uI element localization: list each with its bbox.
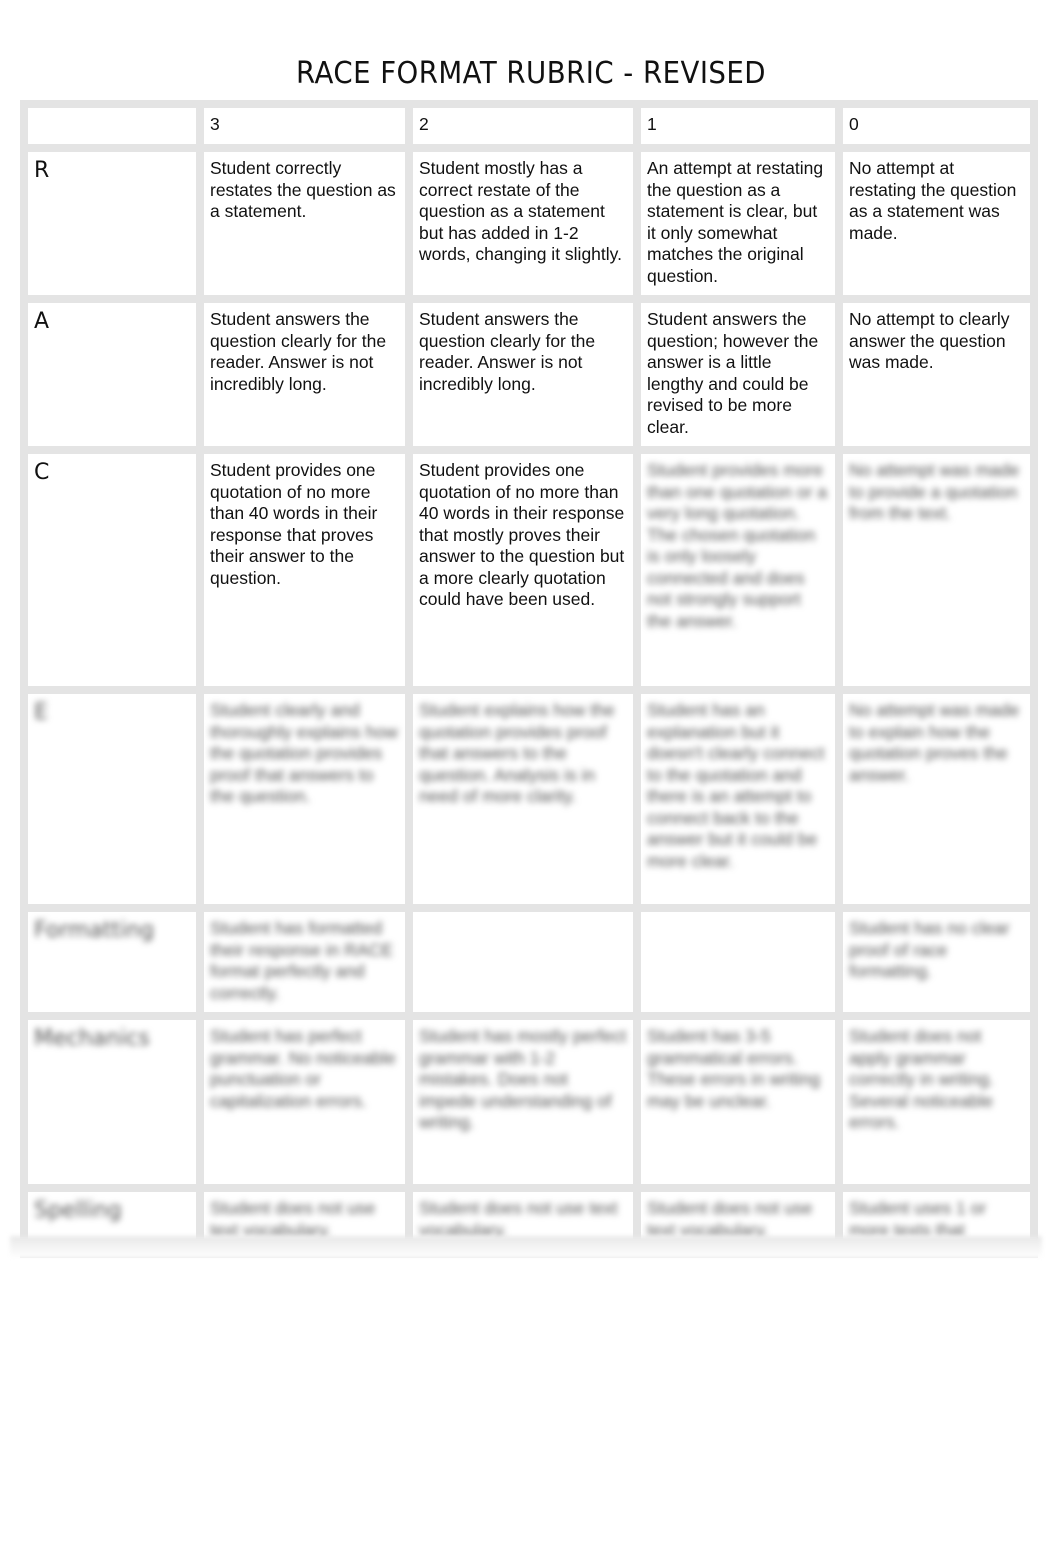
rubric-cell: Student has mostly perfect grammar with … <box>405 1012 641 1192</box>
rubric-cell: Student provides one quotation of no mor… <box>196 446 413 694</box>
header-cell-empty <box>20 100 204 152</box>
row-label: E <box>20 686 204 912</box>
page-title: RACE FORMAT RUBRIC - REVISED <box>295 56 767 91</box>
row-label: Mechanics <box>20 1012 204 1192</box>
rubric-cell: No attempt to clearly answer the questio… <box>835 295 1038 454</box>
row-label: Formatting <box>20 904 204 1020</box>
header-cell-score-3: 3 <box>196 100 413 152</box>
rubric-table: 3 2 1 0 R Student correctly restates the … <box>20 100 1038 1258</box>
row-label: A <box>20 295 204 454</box>
rubric-row: Mechanics Student has perfect grammar. No… <box>20 1012 1038 1192</box>
row-label: R <box>20 144 204 303</box>
row-label: C <box>20 446 204 694</box>
header-cell-score-2: 2 <box>405 100 641 152</box>
header-row: 3 2 1 0 <box>20 100 1038 152</box>
rubric-cell: Student has an explanation but it doesn'… <box>633 686 843 912</box>
rubric-cell: Student provides one quotation of no mor… <box>405 446 641 694</box>
rubric-cell: Student answers the question clearly for… <box>405 295 641 454</box>
rubric-cell: Student provides more than one quotation… <box>633 446 843 694</box>
rubric-cell: Student correctly restates the question … <box>196 144 413 303</box>
rubric-row: A Student answers the question clearly fo… <box>20 295 1038 454</box>
rubric-cell <box>633 904 843 1020</box>
rubric-table-container: 3 2 1 0 R Student correctly restates the … <box>20 100 1038 1258</box>
rubric-row: C Student provides one quotation of no mo… <box>20 446 1038 694</box>
rubric-cell: An attempt at restating the question as … <box>633 144 843 303</box>
rubric-cell: No attempt was made to explain how the q… <box>835 686 1038 912</box>
rubric-cell: Student has 3-5 grammatical errors. Thes… <box>633 1012 843 1192</box>
header-cell-score-1: 1 <box>633 100 843 152</box>
rubric-cell: Student explains how the quotation provi… <box>405 686 641 912</box>
rubric-cell: Student has no clear proof of race forma… <box>835 904 1038 1020</box>
rubric-cell: Student has perfect grammar. No noticeab… <box>196 1012 413 1192</box>
table-bottom-fade <box>10 1236 1042 1258</box>
rubric-row: Formatting Student has formatted their re… <box>20 904 1038 1020</box>
rubric-row: R Student correctly restates the question… <box>20 144 1038 303</box>
rubric-cell <box>405 904 641 1020</box>
rubric-row: E Student clearly and thoroughly explains… <box>20 686 1038 912</box>
rubric-cell: No attempt was made to provide a quotati… <box>835 446 1038 694</box>
rubric-cell: Student clearly and thoroughly explains … <box>196 686 413 912</box>
header-cell-score-0: 0 <box>835 100 1038 152</box>
rubric-cell: Student does not apply grammar correctly… <box>835 1012 1038 1192</box>
rubric-cell: Student has formatted their response in … <box>196 904 413 1020</box>
rubric-cell: Student answers the question; however th… <box>633 295 843 454</box>
rubric-cell: No attempt at restating the question as … <box>835 144 1038 303</box>
rubric-cell: Student mostly has a correct restate of … <box>405 144 641 303</box>
rubric-cell: Student answers the question clearly for… <box>196 295 413 454</box>
